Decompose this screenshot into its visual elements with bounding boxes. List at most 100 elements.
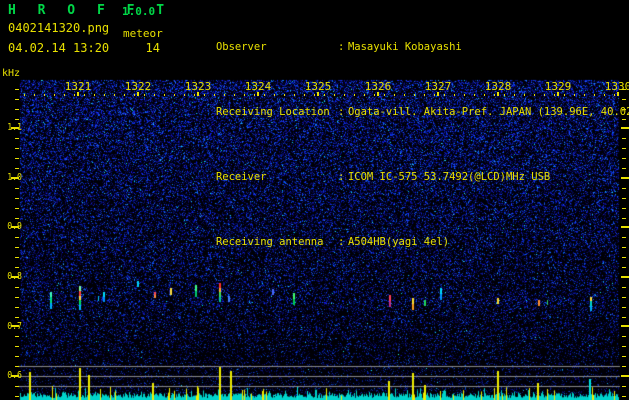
station-label: Receiving Location [215,106,330,118]
freq-minor-tick-left [15,218,19,219]
time-major-tick [257,92,259,96]
freq-minor-tick-right [622,247,626,248]
time-minor-tick [354,94,355,96]
freq-minor-tick-left [15,307,19,308]
time-minor-tick [474,94,475,96]
freq-minor-tick-right [622,307,626,308]
time-minor-tick [194,94,195,96]
freq-minor-tick-left [15,336,19,337]
time-minor-tick [264,94,265,96]
freq-major-tick-right [621,375,629,377]
time-minor-tick [394,94,395,96]
time-minor-tick [304,94,305,96]
freq-minor-tick-right [622,119,626,120]
echo-count: 14 [145,41,160,55]
station-row-location: Receiving Location: Ogata-vill. Akita-Pre… [178,93,629,132]
time-major-tick [137,92,139,96]
time-minor-tick [164,94,165,96]
freq-minor-tick-left [15,257,19,258]
time-minor-tick [314,94,315,96]
time-major-tick [617,92,619,96]
station-row-receiver: Receiver: ICOM IC-575 53.7492(@LCD)MHz US… [178,158,629,197]
freq-minor-tick-right [622,148,626,149]
freq-minor-tick-left [15,386,19,387]
time-major-tick [377,92,379,96]
freq-minor-tick-right [622,366,626,367]
freq-major-tick-right [621,276,629,278]
time-minor-tick [514,94,515,96]
time-major-tick [197,92,199,96]
time-minor-tick [554,94,555,96]
time-minor-tick [344,94,345,96]
station-value: ICOM IC-575 53.7492(@LCD)MHz USB [347,171,551,183]
time-minor-tick [94,94,95,96]
freq-minor-tick-right [622,356,626,357]
time-minor-tick [124,94,125,96]
freq-minor-tick-right [622,386,626,387]
station-label: Observer [215,41,267,53]
freq-minor-tick-right [622,287,626,288]
freq-minor-tick-left [15,366,19,367]
freq-tick-label: 1.1 [7,122,22,133]
freq-minor-tick-left [15,297,19,298]
observation-mode-label: meteor [123,27,163,40]
freq-minor-tick-left [15,396,19,397]
freq-axis-unit-label: kHz [2,68,21,79]
time-minor-tick [404,94,405,96]
freq-tick-label: 0.9 [7,221,22,232]
freq-minor-tick-left [15,109,19,110]
freq-minor-tick-left [15,346,19,347]
time-minor-tick [454,94,455,96]
freq-minor-tick-right [622,336,626,337]
station-separator: : [337,236,345,248]
time-major-tick [557,92,559,96]
time-minor-tick [274,94,275,96]
time-minor-tick [564,94,565,96]
station-label: Receiving antenna [215,236,324,248]
time-minor-tick [174,94,175,96]
time-minor-tick [294,94,295,96]
freq-minor-tick-left [15,356,19,357]
freq-minor-tick-left [15,208,19,209]
time-minor-tick [154,94,155,96]
time-minor-tick [34,94,35,96]
time-minor-tick [284,94,285,96]
freq-minor-tick-right [622,99,626,100]
time-minor-tick [544,94,545,96]
freq-minor-tick-left [15,168,19,169]
freq-minor-tick-right [622,198,626,199]
station-value: Masayuki Kobayashi [347,41,462,53]
freq-minor-tick-right [622,188,626,189]
app-version: 1.0.0 [122,5,156,18]
freq-minor-tick-right [622,257,626,258]
time-minor-tick [104,94,105,96]
freq-tick-label: 1.0 [7,172,22,183]
freq-major-tick-right [621,325,629,327]
time-minor-tick [534,94,535,96]
freq-tick-label: 0.6 [7,370,22,381]
freq-minor-tick-right [622,158,626,159]
time-minor-tick [244,94,245,96]
time-minor-tick [24,94,25,96]
station-separator: : [337,41,345,53]
station-label: Receiver [215,171,267,183]
capture-filename: 0402141320.png [8,21,110,35]
freq-minor-tick-left [15,317,19,318]
freq-major-tick-right [621,177,629,179]
time-minor-tick [434,94,435,96]
freq-minor-tick-right [622,218,626,219]
time-minor-tick [444,94,445,96]
freq-minor-tick-left [15,247,19,248]
freq-minor-tick-left [15,119,19,120]
time-minor-tick [324,94,325,96]
time-minor-tick [54,94,55,96]
time-minor-tick [524,94,525,96]
freq-minor-tick-left [15,99,19,100]
hrofft-window: H R O F F T 1.0.0 0402141320.png meteor … [0,0,629,400]
time-minor-tick [494,94,495,96]
time-minor-tick [464,94,465,96]
station-value: A504HB(yagi 4el) [347,236,450,248]
time-minor-tick [254,94,255,96]
freq-minor-tick-left [15,89,19,90]
station-value: Ogata-vill. Akita-Pref. JAPAN (139.96E, … [347,106,629,118]
